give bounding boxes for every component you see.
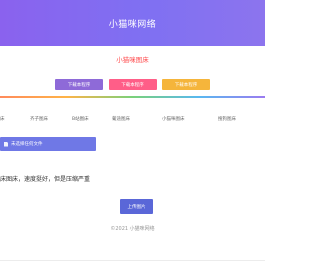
download-button-1[interactable]: 下载本程序 [55, 79, 103, 90]
app-header: 小猫咪网络 [0, 0, 265, 46]
footer-copyright: ©2021 小猫咪网络 [110, 226, 155, 232]
tab-host-5[interactable]: 小猫咪图床 [162, 113, 185, 127]
download-button-2[interactable]: 下载本程序 [108, 79, 157, 90]
file-picker-button[interactable]: 未选择任何文件 [0, 137, 96, 151]
tab-host-4[interactable]: 葡途图床 [112, 113, 130, 127]
tab-host-6[interactable]: 搜狗图床 [218, 113, 236, 127]
download-button-3[interactable]: 下载本程序 [162, 79, 210, 90]
page-subtitle: 小猫咪图床 [116, 56, 149, 64]
tab-host-1[interactable]: 床 [0, 113, 5, 127]
file-icon [4, 141, 8, 147]
gradient-divider [0, 96, 265, 98]
image-host-tabs: 床 齐子图床 B站图床 葡途图床 小猫咪图床 搜狗图床 [0, 113, 265, 127]
bottom-divider [0, 260, 265, 261]
file-picker-label: 未选择任何文件 [11, 142, 43, 147]
download-buttons: 下载本程序 下载本程序 下载本程序 [55, 79, 210, 91]
site-title[interactable]: 小猫咪网络 [109, 17, 157, 30]
upload-button[interactable]: 上传图片 [120, 199, 153, 214]
tab-host-2[interactable]: 齐子图床 [30, 113, 48, 127]
tab-host-3[interactable]: B站图床 [72, 113, 89, 127]
host-notice: 床图床，速度挺好，但是压缩严重 [0, 176, 91, 183]
